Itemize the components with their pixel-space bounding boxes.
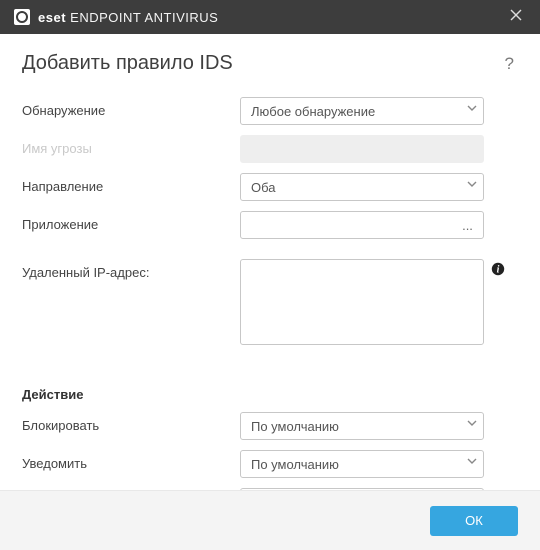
brand-light: ENDPOINT ANTIVIRUS (66, 10, 218, 25)
notify-select[interactable]: По умолчанию (240, 450, 484, 478)
label-direction: Направление (22, 173, 240, 194)
browse-button[interactable]: ... (454, 215, 480, 235)
close-button[interactable] (504, 4, 528, 30)
label-block: Блокировать (22, 412, 240, 433)
brand-logo-icon (14, 9, 30, 25)
titlebar: eset ENDPOINT ANTIVIRUS (0, 0, 540, 34)
detection-value: Любое обнаружение (251, 104, 375, 119)
label-threat-name: Имя угрозы (22, 135, 240, 156)
label-remote-ip: Удаленный IP-адрес: (22, 259, 240, 280)
section-action: Действие (22, 387, 518, 402)
remote-ip-textarea[interactable] (240, 259, 484, 345)
label-detection: Обнаружение (22, 97, 240, 118)
block-select[interactable]: По умолчанию (240, 412, 484, 440)
content-area: Добавить правило IDS ? Обнаружение Любое… (0, 34, 540, 518)
help-button[interactable]: ? (501, 54, 518, 74)
brand-bold: eset (38, 10, 66, 25)
app-title: eset ENDPOINT ANTIVIRUS (38, 10, 218, 25)
info-icon[interactable]: i (490, 261, 506, 277)
label-application: Приложение (22, 211, 240, 232)
threat-name-input (240, 135, 484, 163)
detection-select[interactable]: Любое обнаружение (240, 97, 484, 125)
label-notify: Уведомить (22, 450, 240, 471)
notify-value: По умолчанию (251, 457, 339, 472)
direction-select[interactable]: Оба (240, 173, 484, 201)
ok-button[interactable]: ОК (430, 506, 518, 536)
direction-value: Оба (251, 180, 276, 195)
footer: ОК (0, 490, 540, 550)
svg-text:i: i (497, 265, 500, 276)
block-value: По умолчанию (251, 419, 339, 434)
page-title: Добавить правило IDS (22, 52, 501, 75)
application-input[interactable]: ... (240, 211, 484, 239)
